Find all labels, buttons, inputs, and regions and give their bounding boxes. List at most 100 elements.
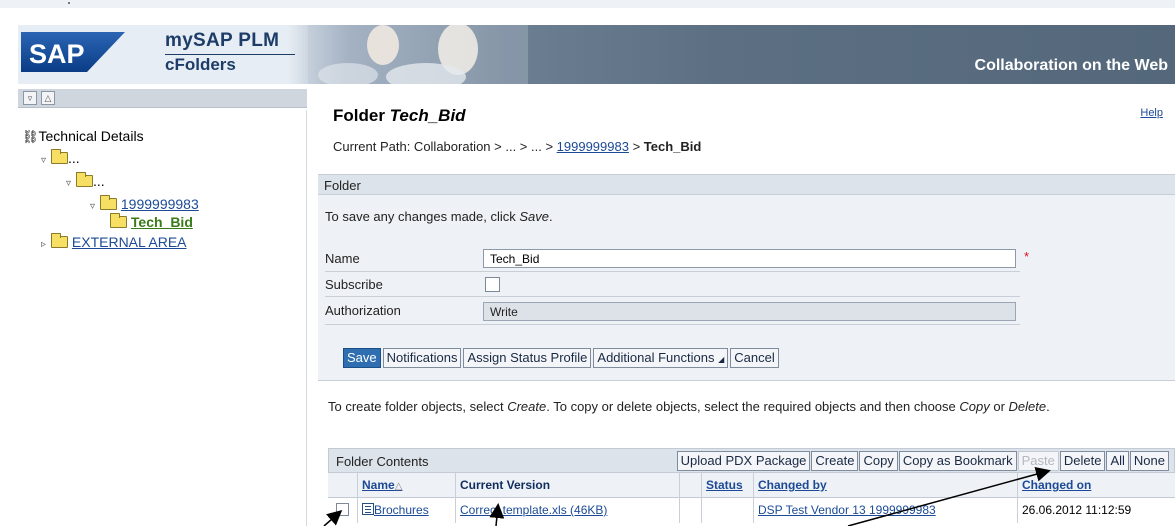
delete-button[interactable]: Delete: [1059, 451, 1106, 471]
folder-contents-title: Folder Contents: [336, 454, 429, 469]
banner-tagline: Collaboration on the Web: [974, 57, 1168, 74]
page-title: Folder Tech_Bid: [333, 106, 466, 126]
folder-icon: [100, 195, 117, 210]
folder-icon: [51, 233, 68, 248]
tree-toolbar: ▿ △: [18, 89, 307, 108]
collapse-all-icon[interactable]: △: [41, 91, 55, 105]
breadcrumb-prefix: Current Path: Collaboration > ... > ... …: [333, 139, 557, 154]
blank-cell: [680, 498, 702, 523]
object-name-link[interactable]: Brochures: [374, 503, 429, 517]
instr-text: .: [1046, 399, 1050, 414]
sap-logo-text: SAP: [29, 39, 85, 69]
top-strip-dot: [68, 2, 70, 4]
column-header-changed-by[interactable]: Changed by: [754, 473, 1018, 498]
tree-item-current[interactable]: Tech_Bid: [131, 214, 193, 230]
notifications-button[interactable]: Notifications: [382, 348, 462, 368]
expanded-icon[interactable]: ▿: [90, 199, 100, 215]
column-header-blank: [680, 473, 702, 498]
open-folder-icon: [110, 213, 127, 228]
sap-logo: SAP: [21, 32, 125, 72]
changed-by-link[interactable]: DSP Test Vendor 13 1999999983: [758, 503, 936, 517]
column-header-name[interactable]: Name△: [358, 473, 456, 498]
save-hint-emphasis: Save: [519, 209, 550, 224]
folder-properties-panel: To save any changes made, click Save. Na…: [318, 195, 1175, 381]
sort-ascending-icon: △: [394, 481, 403, 492]
dropdown-caret-icon: ◢: [718, 355, 725, 364]
copy-as-bookmark-button[interactable]: Copy as Bookmark: [898, 451, 1017, 471]
collapsed-icon[interactable]: ▹: [41, 237, 51, 253]
additional-functions-button[interactable]: Additional Functions ◢: [593, 348, 729, 368]
expand-all-icon[interactable]: ▿: [23, 91, 37, 105]
instr-create: Create: [507, 399, 547, 414]
authorization-label: Authorization: [325, 303, 401, 318]
changed-by-cell: DSP Test Vendor 13 1999999983: [754, 498, 1018, 523]
subscribe-checkbox[interactable]: [485, 277, 500, 292]
folder-icon: [76, 172, 93, 187]
page-title-name: Tech_Bid: [389, 106, 466, 125]
product-subname: cFolders: [165, 55, 236, 74]
column-header-current-version: Current Version: [456, 473, 680, 498]
instr-copy: Copy: [959, 399, 990, 414]
tree-item-ellipsis-2[interactable]: ▿...: [66, 172, 105, 192]
column-name-label: Name: [362, 478, 395, 492]
top-strip: [0, 0, 1175, 8]
instr-text: To create folder objects, select: [328, 399, 508, 414]
tree-item-external-area[interactable]: ▹ EXTERNAL AREA: [41, 233, 187, 253]
save-hint: To save any changes made, click Save.: [325, 209, 553, 224]
current-version-link[interactable]: Correct template.xls (46KB): [460, 503, 607, 517]
form-divider: [325, 296, 1020, 297]
additional-functions-label: Additional Functions: [597, 350, 715, 365]
column-header-status[interactable]: Status: [702, 473, 754, 498]
folder-contents-toolbar: Folder Contents Upload PDX Package Create…: [328, 448, 1175, 473]
document-icon: [362, 503, 374, 515]
tree-item-ellipsis-1[interactable]: ▿...: [41, 149, 80, 169]
name-cell: Brochures: [358, 498, 456, 523]
upload-pdx-button[interactable]: Upload PDX Package: [676, 451, 811, 471]
breadcrumb-current: Tech_Bid: [643, 139, 702, 154]
folder-action-buttons: Save Notifications Assign Status Profile Ad…: [343, 348, 781, 368]
tree-root[interactable]: ⛓Technical Details: [22, 128, 144, 145]
row-select-cell: [328, 498, 358, 523]
instr-text: . To copy or delete objects, select the …: [546, 399, 960, 414]
tree-item-1999999983[interactable]: ▿ 1999999983: [90, 195, 199, 215]
expanded-icon[interactable]: ▿: [66, 176, 76, 192]
folder-contents-buttons: Upload PDX Package Create Copy Copy as Book…: [676, 451, 1170, 471]
breadcrumb: Current Path: Collaboration > ... > ... …: [333, 139, 701, 154]
name-field[interactable]: [483, 249, 1016, 268]
tree-item-link[interactable]: EXTERNAL AREA: [72, 234, 187, 250]
assign-status-profile-button[interactable]: Assign Status Profile: [463, 348, 592, 368]
required-marker: *: [1024, 249, 1030, 264]
tree-item-tech-bid[interactable]: Tech_Bid: [110, 213, 193, 230]
table-row: Brochures Correct template.xls (46KB) DS…: [328, 498, 1175, 523]
tree-item-label: ...: [93, 173, 105, 189]
tree-item-link[interactable]: 1999999983: [121, 196, 199, 212]
select-all-button[interactable]: All: [1106, 451, 1129, 471]
page-title-prefix: Folder: [333, 106, 390, 125]
select-none-button[interactable]: None: [1129, 451, 1169, 471]
form-divider: [325, 271, 1020, 272]
table-header-row: Name△ Current Version Status Changed by …: [328, 473, 1175, 498]
folder-section-header: Folder: [318, 174, 1175, 195]
cancel-button[interactable]: Cancel: [730, 348, 779, 368]
subscribe-label: Subscribe: [325, 277, 383, 292]
breadcrumb-link[interactable]: 1999999983: [557, 139, 629, 154]
status-cell: [702, 498, 754, 523]
breadcrumb-separator: >: [628, 139, 644, 154]
changed-on-cell: 26.06.2012 11:12:59: [1022, 503, 1132, 517]
copy-button[interactable]: Copy: [859, 451, 898, 471]
header-banner: SAP mySAP PLM cFolders Collaboration on …: [18, 25, 1175, 84]
tree-root-label: Technical Details: [38, 128, 144, 144]
row-checkbox[interactable]: [336, 503, 349, 516]
instr-text: or: [989, 399, 1009, 414]
banner-photo: [308, 25, 528, 84]
create-button[interactable]: Create: [811, 451, 859, 471]
column-header-changed-on[interactable]: Changed on: [1018, 473, 1175, 498]
save-button[interactable]: Save: [343, 348, 381, 368]
current-version-cell: Correct template.xls (46KB): [456, 498, 680, 523]
expanded-icon[interactable]: ▿: [41, 153, 51, 169]
save-hint-suffix: .: [549, 209, 553, 224]
product-name: mySAP PLM: [165, 30, 280, 51]
help-link[interactable]: Help: [1140, 107, 1163, 119]
save-hint-text: To save any changes made, click: [325, 209, 520, 224]
folder-objects-instructions: To create folder objects, select Create.…: [328, 398, 1148, 415]
